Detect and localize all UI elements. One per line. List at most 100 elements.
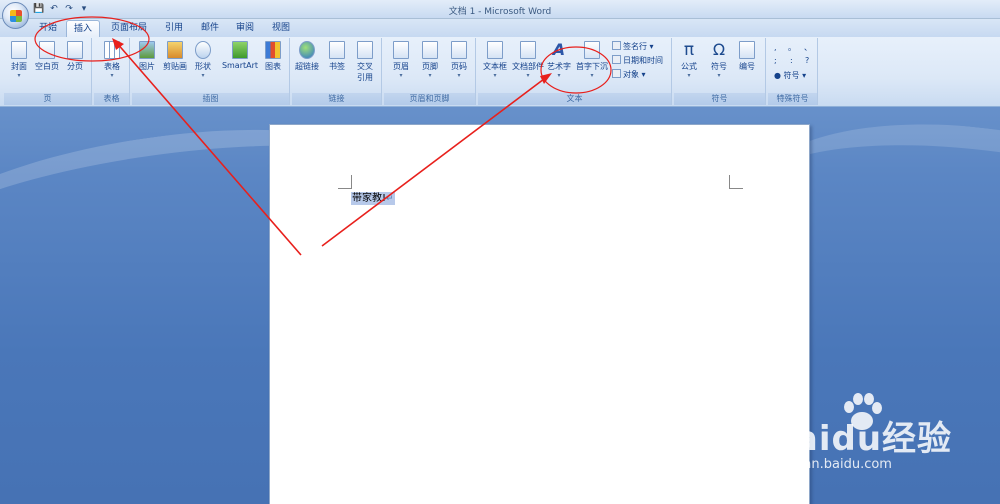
chart-icon	[265, 41, 281, 59]
chevron-down-icon: ▾	[428, 72, 432, 79]
blank-page-button[interactable]: 空白页	[34, 41, 60, 72]
undo-icon[interactable]: ↶	[48, 3, 60, 15]
text-box-button[interactable]: 文本框 ▾	[480, 41, 510, 79]
special-char-pause[interactable]: 、	[804, 42, 812, 53]
pi-icon: π	[683, 40, 695, 60]
drop-cap-icon	[584, 41, 600, 59]
tab-page-layout[interactable]: 页面布局	[106, 20, 152, 37]
date-time-label: 日期和时间	[623, 56, 663, 65]
drop-cap-button[interactable]: 首字下沉 ▾	[574, 41, 610, 79]
group-label-text: 文本	[478, 93, 671, 105]
chevron-down-icon: ▾	[557, 72, 561, 79]
page-break-icon	[67, 41, 83, 59]
group-label-illustrations: 插图	[132, 93, 289, 105]
chart-button[interactable]: 图表	[260, 41, 286, 72]
group-label-pages: 页	[4, 93, 91, 105]
chevron-down-icon: ▾	[110, 72, 114, 79]
cross-reference-label-2: 引用	[357, 73, 373, 82]
quick-access-toolbar: 💾 ↶ ↷ ▾	[33, 3, 90, 15]
group-text: 文本框 ▾ 文档部件 ▾ A 艺术字 ▾ 首字下沉 ▾ 签名行 ▾ 日期和时间 …	[478, 38, 672, 105]
tab-insert[interactable]: 插入	[66, 20, 100, 37]
office-button[interactable]	[2, 2, 29, 29]
smartart-label: SmartArt	[221, 61, 259, 70]
picture-icon	[139, 41, 155, 59]
smartart-icon	[232, 41, 248, 59]
group-header-footer: 页眉 ▾ 页脚 ▾ 页码 ▾ 页眉和页脚	[384, 38, 476, 105]
footer-button[interactable]: 页脚 ▾	[417, 41, 443, 79]
table-button[interactable]: 表格 ▾	[99, 41, 125, 79]
cross-reference-icon	[357, 41, 373, 59]
chevron-down-icon: ▾	[717, 72, 721, 79]
quick-parts-icon	[520, 41, 536, 59]
wordart-label: 艺术字	[547, 62, 571, 71]
header-label: 页眉	[393, 62, 409, 71]
cover-page-button[interactable]: 封面 ▾	[6, 41, 32, 79]
hyperlink-label: 超链接	[295, 62, 319, 71]
special-symbol-button[interactable]: ● 符号 ▾	[774, 70, 806, 81]
special-char-comma[interactable]: ,	[774, 42, 777, 53]
quick-parts-button[interactable]: 文档部件 ▾	[510, 41, 546, 79]
page-break-label: 分页	[67, 62, 83, 71]
special-char-period[interactable]: 。	[788, 42, 796, 53]
selected-text[interactable]: 带家教!↵	[351, 192, 395, 205]
numbering-button[interactable]: 编号	[734, 41, 760, 72]
customize-qat-icon[interactable]: ▾	[78, 3, 90, 15]
special-char-question[interactable]: ?	[805, 55, 809, 66]
shapes-icon	[195, 41, 211, 59]
page-number-button[interactable]: 页码 ▾	[446, 41, 472, 79]
symbol-label: 符号	[711, 62, 727, 71]
cross-reference-label-1: 交叉	[357, 62, 373, 71]
tab-home[interactable]: 开始	[34, 20, 62, 37]
bookmark-label: 书签	[329, 62, 345, 71]
signature-icon	[612, 41, 621, 50]
clip-art-icon	[167, 41, 183, 59]
tab-view[interactable]: 视图	[267, 20, 295, 37]
wordart-button[interactable]: A 艺术字 ▾	[544, 40, 574, 80]
group-table: 表格 ▾ 表格	[94, 38, 130, 105]
paragraph-mark: ↵	[386, 194, 394, 204]
date-time-button[interactable]: 日期和时间	[612, 55, 663, 66]
ribbon: 封面 ▾ 空白页 分页 页 表格 ▾ 表格 图片 剪贴画 形状 ▾ SmartA…	[0, 37, 1000, 107]
page-number-icon	[451, 41, 467, 59]
symbol-button[interactable]: Ω 符号 ▾	[706, 41, 732, 80]
text-box-label: 文本框	[483, 62, 507, 71]
margin-corner-marker	[729, 175, 743, 189]
cross-reference-button[interactable]: 交叉 引用	[352, 41, 378, 83]
object-button[interactable]: 对象 ▾	[612, 69, 646, 80]
page-break-button[interactable]: 分页	[62, 41, 88, 72]
redo-icon[interactable]: ↷	[63, 3, 75, 15]
save-icon[interactable]: 💾	[33, 3, 45, 15]
equation-button[interactable]: π 公式 ▾	[676, 41, 702, 79]
quick-parts-label: 文档部件	[512, 62, 544, 71]
chevron-down-icon: ▾	[590, 72, 594, 79]
drop-cap-label: 首字下沉	[576, 62, 608, 71]
shapes-button[interactable]: 形状 ▾	[190, 41, 216, 79]
group-pages: 封面 ▾ 空白页 分页 页	[4, 38, 92, 105]
wordart-icon: A	[552, 40, 566, 59]
chevron-down-icon: ▾	[687, 72, 691, 79]
group-label-header-footer: 页眉和页脚	[384, 93, 475, 105]
object-icon	[612, 69, 621, 78]
chevron-down-icon: ▾	[201, 72, 205, 79]
blank-page-label: 空白页	[35, 62, 59, 71]
chevron-down-icon: ▾	[457, 72, 461, 79]
shapes-label: 形状	[195, 62, 211, 71]
clip-art-button[interactable]: 剪贴画	[162, 41, 188, 72]
header-button[interactable]: 页眉 ▾	[388, 41, 414, 79]
tab-mailings[interactable]: 邮件	[196, 20, 224, 37]
smartart-button[interactable]: SmartArt	[220, 41, 260, 70]
special-char-colon[interactable]: :	[790, 55, 793, 66]
group-illustrations: 图片 剪贴画 形状 ▾ SmartArt 图表 插图	[132, 38, 290, 105]
tab-review[interactable]: 审阅	[231, 20, 259, 37]
special-char-semicolon[interactable]: ;	[774, 55, 777, 66]
numbering-label: 编号	[739, 62, 755, 71]
blank-page-icon	[39, 41, 55, 59]
document-page[interactable]: 带家教!↵	[269, 124, 810, 504]
baidu-jingyan-watermark: Baidu经验 jingyan.baidu.com	[768, 393, 988, 493]
bookmark-button[interactable]: 书签	[324, 41, 350, 72]
tab-references[interactable]: 引用	[160, 20, 188, 37]
hyperlink-button[interactable]: 超链接	[294, 41, 320, 72]
signature-line-button[interactable]: 签名行 ▾	[612, 41, 654, 52]
chevron-down-icon: ▾	[493, 72, 497, 79]
picture-button[interactable]: 图片	[134, 41, 160, 72]
